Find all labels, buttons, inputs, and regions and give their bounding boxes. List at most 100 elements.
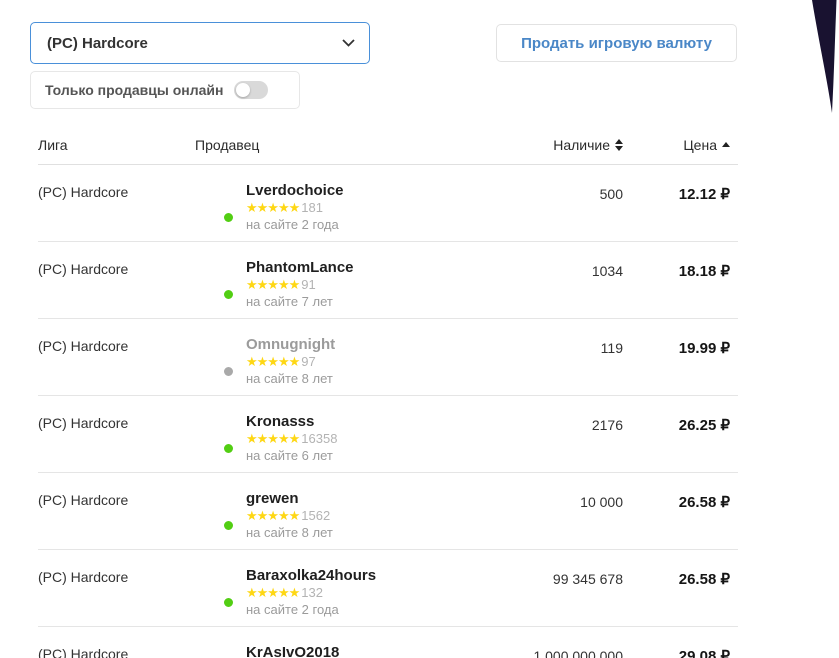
seller-info: KrAsIvO2018 [246, 644, 339, 658]
header-price[interactable]: Цена [623, 137, 738, 153]
offer-seller-cell: grewen ★★★★★ 1562 на сайте 8 лет [195, 490, 445, 549]
seller-name: PhantomLance [246, 259, 354, 276]
offer-row[interactable]: (PC) Hardcore Omnugnight ★★★★★ 97 на сайт… [38, 319, 738, 396]
header-league: Лига [38, 136, 68, 153]
avatar-wrap [195, 646, 233, 658]
offer-seller-cell: PhantomLance ★★★★★ 91 на сайте 7 лет [195, 259, 445, 318]
offer-stock: 1034 [591, 263, 623, 279]
table-body: (PC) Hardcore Lverdochoice ★★★★★ 181 на с… [38, 165, 738, 658]
banner-wedge-decoration [812, 0, 837, 113]
seller-rating: ★★★★★ 91 [246, 277, 354, 293]
avatar-wrap [195, 492, 235, 532]
online-sellers-filter[interactable]: Только продавцы онлайн [30, 71, 300, 109]
sort-both-icon [615, 138, 623, 151]
offer-stock: 99 345 678 [552, 571, 623, 587]
offer-row[interactable]: (PC) Hardcore Kronasss ★★★★★ 16358 на сай… [38, 396, 738, 473]
offer-row[interactable]: (PC) Hardcore PhantomLance ★★★★★ 91 на са… [38, 242, 738, 319]
sell-currency-label: Продать игровую валюту [521, 34, 712, 52]
offer-price: 29.08 ₽ [678, 648, 730, 658]
offer-price: 26.25 ₽ [678, 417, 730, 434]
offer-price: 26.58 ₽ [678, 571, 730, 588]
avatar-wrap [195, 338, 235, 378]
review-count: 91 [301, 277, 316, 292]
star-rating-icon: ★★★★★ [246, 508, 300, 523]
table-header-row: Лига Продавец Наличие Цена [38, 125, 738, 165]
offer-price: 18.18 ₽ [678, 263, 730, 280]
seller-name: KrAsIvO2018 [246, 644, 340, 658]
seller-info: Omnugnight ★★★★★ 97 на сайте 8 лет [246, 336, 335, 395]
review-count: 132 [301, 585, 323, 600]
offer-row[interactable]: (PC) Hardcore Lverdochoice ★★★★★ 181 на с… [38, 165, 738, 242]
review-count: 16358 [301, 431, 338, 446]
online-status-dot [222, 596, 235, 609]
offer-row[interactable]: (PC) Hardcore Baraxolka24hours ★★★★★ 132 … [38, 550, 738, 627]
online-status-dot [222, 211, 235, 224]
chevron-down-icon [342, 39, 355, 47]
avatar-wrap [195, 569, 235, 609]
seller-name: Lverdochoice [246, 182, 344, 199]
seller-tenure: на сайте 2 года [246, 217, 339, 232]
seller-name: grewen [246, 490, 299, 507]
review-count: 181 [301, 200, 323, 215]
offer-stock: 10 000 [580, 494, 623, 510]
seller-rating: ★★★★★ 132 [246, 585, 376, 601]
header-seller: Продавец [195, 136, 260, 153]
seller-info: grewen ★★★★★ 1562 на сайте 8 лет [246, 490, 333, 549]
seller-name: Baraxolka24hours [246, 567, 377, 584]
offer-price: 26.58 ₽ [678, 494, 730, 511]
offer-price: 12.12 ₽ [678, 186, 730, 203]
star-rating-icon: ★★★★★ [246, 431, 300, 446]
online-sellers-label: Только продавцы онлайн [45, 82, 224, 98]
star-rating-icon: ★★★★★ [246, 354, 300, 369]
review-count: 97 [301, 354, 316, 369]
seller-tenure: на сайте 7 лет [246, 294, 333, 309]
seller-name: Kronasss [246, 413, 315, 430]
toggle-knob [235, 83, 250, 97]
offer-league: (PC) Hardcore [38, 646, 129, 658]
sell-currency-button[interactable]: Продать игровую валюту [496, 24, 737, 62]
offer-seller-cell: Baraxolka24hours ★★★★★ 132 на сайте 2 год… [195, 567, 445, 626]
seller-info: Lverdochoice ★★★★★ 181 на сайте 2 года [246, 182, 344, 241]
offer-row[interactable]: (PC) Hardcore grewen ★★★★★ 1562 на сайте … [38, 473, 738, 550]
seller-rating: ★★★★★ 181 [246, 200, 344, 216]
avatar-wrap [195, 184, 235, 224]
seller-info: Kronasss ★★★★★ 16358 на сайте 6 лет [246, 413, 337, 472]
review-count: 1562 [301, 508, 331, 523]
offer-league: (PC) Hardcore [38, 338, 129, 354]
avatar-wrap [195, 261, 235, 301]
online-status-dot [222, 365, 235, 378]
seller-tenure: на сайте 8 лет [246, 525, 333, 540]
seller-info: Baraxolka24hours ★★★★★ 132 на сайте 2 год… [246, 567, 376, 626]
offer-league: (PC) Hardcore [38, 415, 129, 431]
offer-seller-cell: KrAsIvO2018 [195, 644, 445, 658]
avatar-wrap [195, 415, 235, 455]
league-select-value: (PC) Hardcore [47, 34, 148, 52]
online-status-dot [222, 288, 235, 301]
sort-asc-icon [722, 142, 730, 147]
offer-league: (PC) Hardcore [38, 261, 129, 277]
offer-seller-cell: Lverdochoice ★★★★★ 181 на сайте 2 года [195, 182, 445, 241]
header-stock[interactable]: Наличие [445, 137, 623, 153]
offer-stock: 500 [599, 186, 623, 202]
offers-table: Лига Продавец Наличие Цена (PC) Hardcore… [38, 125, 738, 658]
star-rating-icon: ★★★★★ [246, 585, 300, 600]
offer-league: (PC) Hardcore [38, 492, 129, 508]
seller-tenure: на сайте 6 лет [246, 448, 333, 463]
offer-league: (PC) Hardcore [38, 569, 129, 585]
online-sellers-toggle[interactable] [233, 81, 268, 99]
online-status-dot [222, 519, 235, 532]
offer-row[interactable]: (PC) Hardcore KrAsIvO2018 1 000 000 000 … [38, 627, 738, 658]
offer-stock: 1 000 000 000 [533, 648, 623, 658]
offer-league: (PC) Hardcore [38, 184, 129, 200]
offer-stock: 2176 [591, 417, 623, 433]
star-rating-icon: ★★★★★ [246, 277, 300, 292]
seller-info: PhantomLance ★★★★★ 91 на сайте 7 лет [246, 259, 354, 318]
seller-tenure: на сайте 2 года [246, 602, 339, 617]
offer-seller-cell: Kronasss ★★★★★ 16358 на сайте 6 лет [195, 413, 445, 472]
star-rating-icon: ★★★★★ [246, 200, 300, 215]
seller-rating: ★★★★★ 97 [246, 354, 335, 370]
online-status-dot [222, 442, 235, 455]
seller-rating: ★★★★★ 16358 [246, 431, 337, 447]
league-select[interactable]: (PC) Hardcore [30, 22, 370, 64]
offer-seller-cell: Omnugnight ★★★★★ 97 на сайте 8 лет [195, 336, 445, 395]
